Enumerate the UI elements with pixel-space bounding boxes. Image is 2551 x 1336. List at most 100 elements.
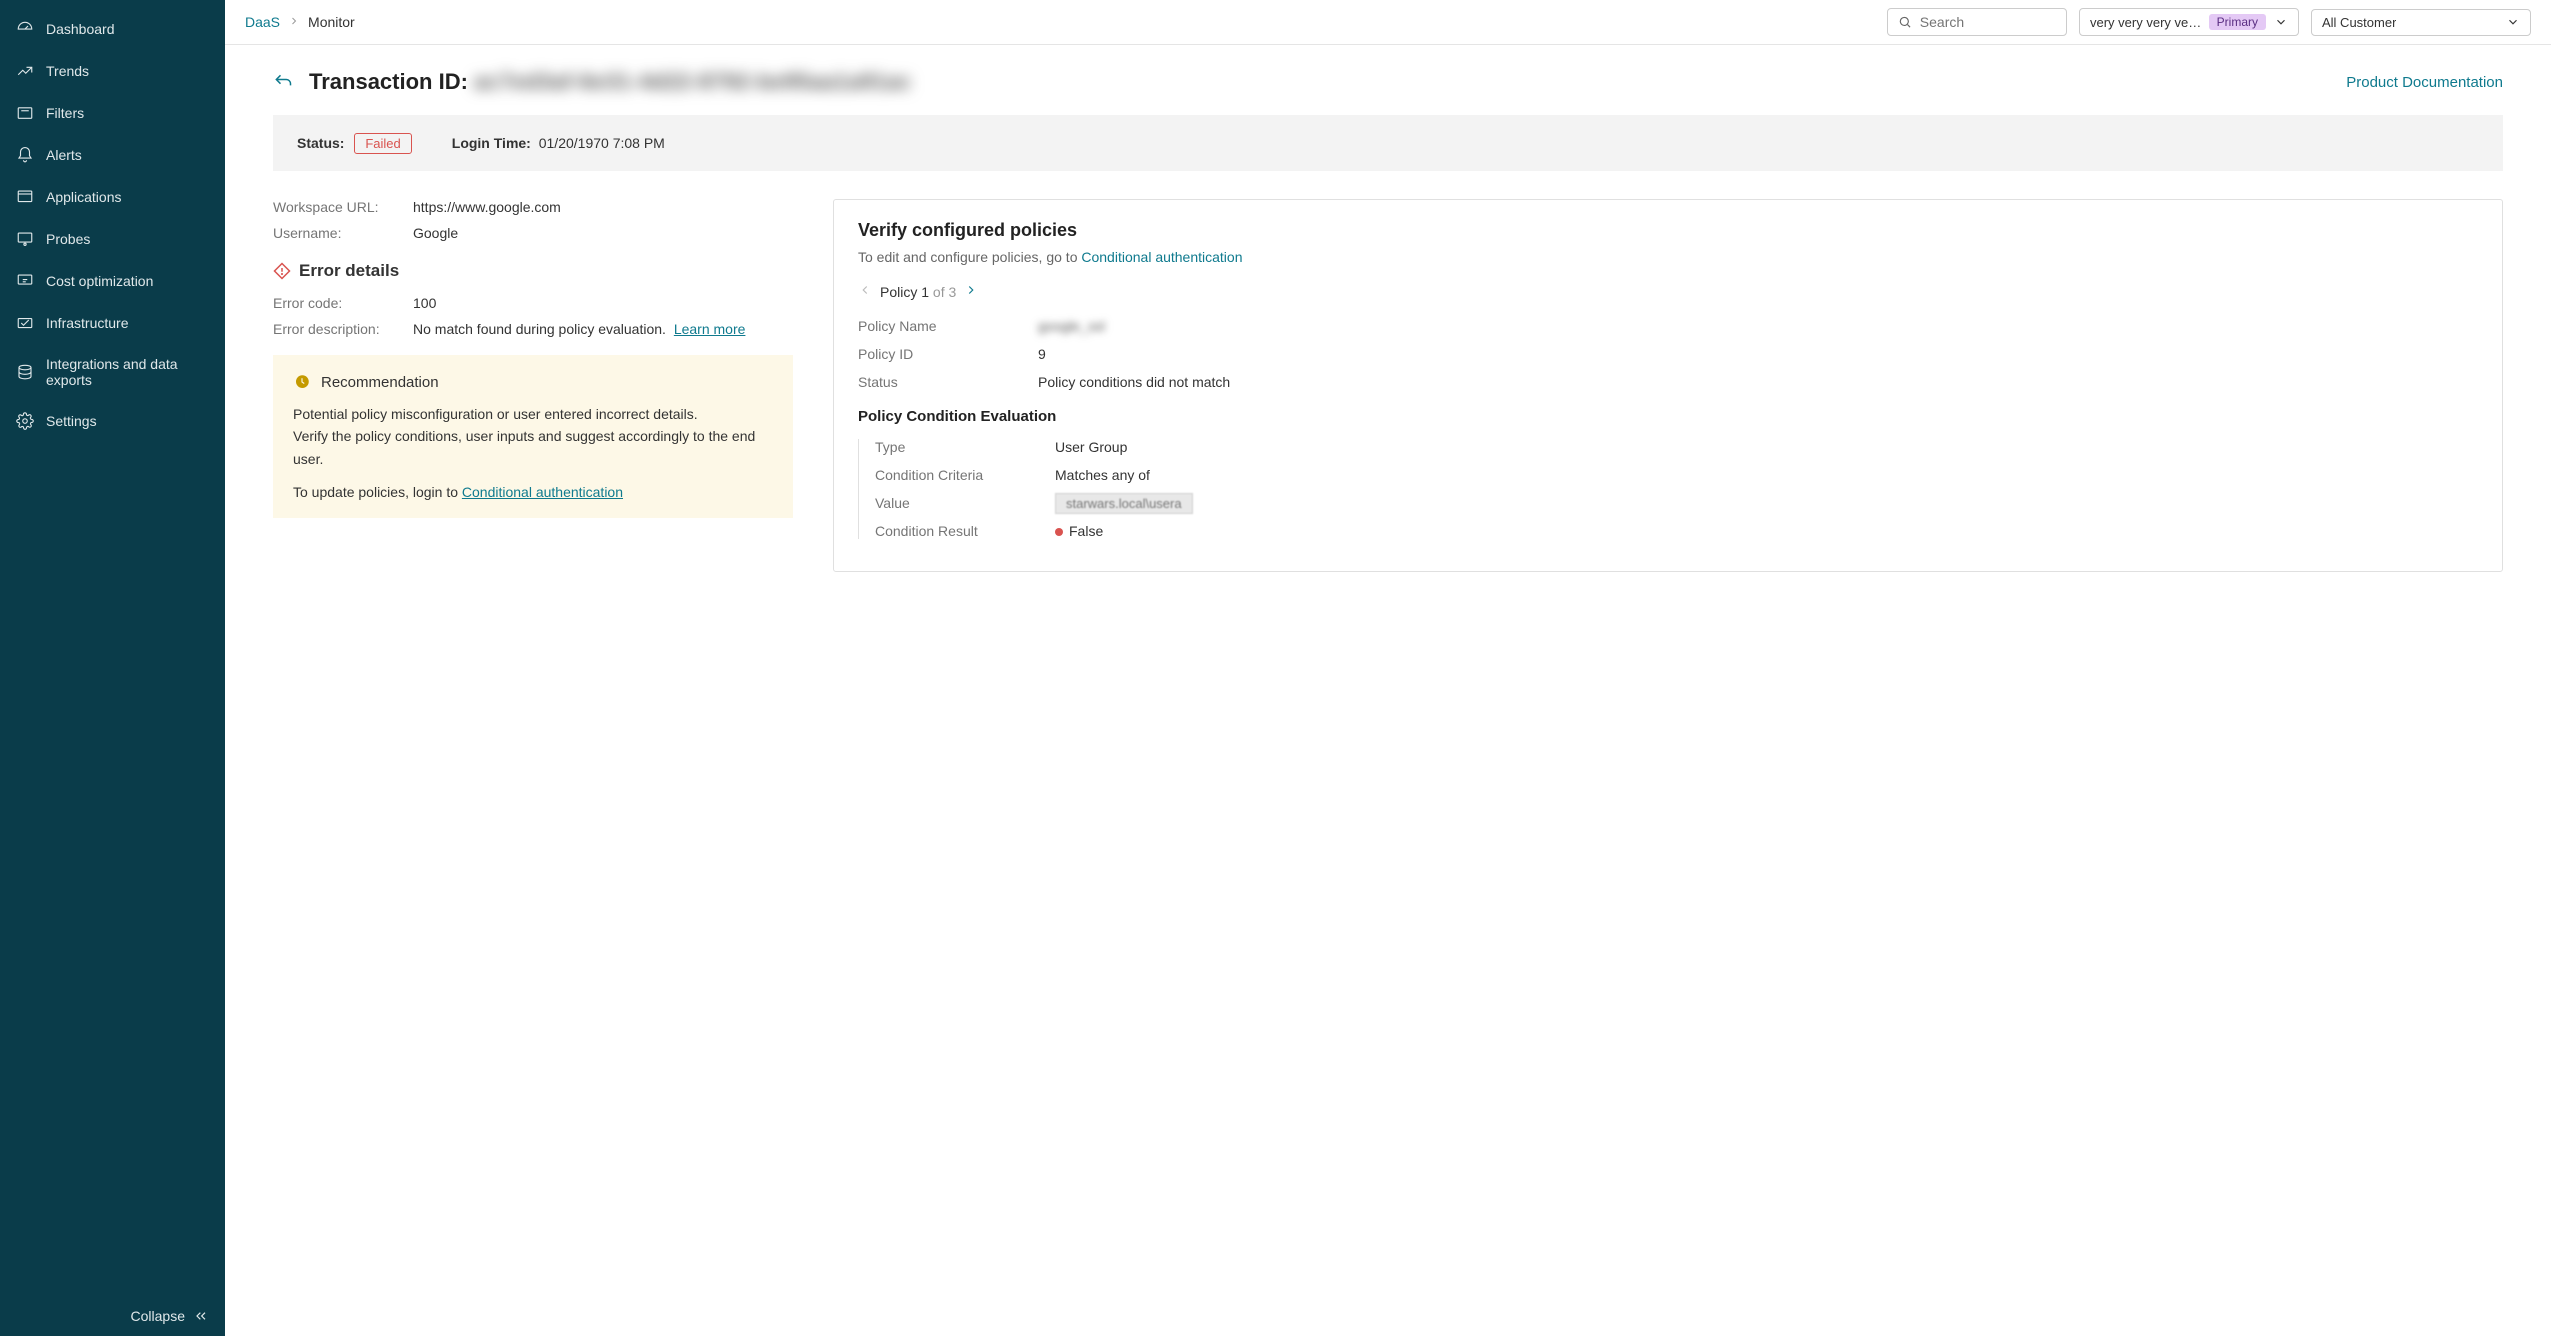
recommendation-icon bbox=[293, 373, 311, 391]
status-bar: Status: Failed Login Time: 01/20/1970 7:… bbox=[273, 115, 2503, 171]
error-code-value: 100 bbox=[413, 295, 436, 311]
status-badge: Failed bbox=[354, 133, 411, 154]
pager-prev-button[interactable] bbox=[858, 283, 872, 300]
recommendation-line1: Potential policy misconfiguration or use… bbox=[293, 403, 773, 425]
sidebar-item-dashboard[interactable]: Dashboard bbox=[0, 8, 225, 50]
topbar: DaaS Monitor very very very very ver.. P… bbox=[225, 0, 2551, 45]
sidebar-item-label: Applications bbox=[46, 189, 122, 205]
login-time-value: 01/20/1970 7:08 PM bbox=[539, 135, 665, 151]
error-details-title: Error details bbox=[273, 261, 793, 281]
customer-dropdown[interactable]: All Customer bbox=[2311, 9, 2531, 36]
gear-icon bbox=[16, 412, 34, 430]
sidebar-item-label: Dashboard bbox=[46, 21, 115, 37]
breadcrumb-root[interactable]: DaaS bbox=[245, 14, 280, 30]
sidebar: Dashboard Trends Filters Alerts Applicat… bbox=[0, 0, 225, 1336]
status-label: Status: bbox=[297, 135, 344, 151]
policy-status-value: Policy conditions did not match bbox=[1038, 374, 1230, 390]
eval-value-tag: starwars.local\usera bbox=[1055, 493, 1193, 514]
gauge-icon bbox=[16, 20, 34, 38]
policy-id-label: Policy ID bbox=[858, 346, 1038, 362]
search-field[interactable] bbox=[1920, 14, 2056, 30]
recommendation-update-prefix: To update policies, login to bbox=[293, 484, 462, 500]
workspace-url-label: Workspace URL: bbox=[273, 199, 413, 215]
breadcrumb: DaaS Monitor bbox=[245, 14, 1875, 30]
search-input[interactable] bbox=[1887, 8, 2067, 36]
pager-current: 1 bbox=[921, 284, 929, 300]
primary-badge: Primary bbox=[2209, 14, 2266, 30]
pager-of: of bbox=[929, 284, 948, 300]
sidebar-item-label: Alerts bbox=[46, 147, 82, 163]
collapse-label: Collapse bbox=[131, 1308, 185, 1324]
page-title: Transaction ID: ac7ed3af-6e31-4d22-8792-… bbox=[309, 69, 912, 95]
bell-icon bbox=[16, 146, 34, 164]
username-label: Username: bbox=[273, 225, 413, 241]
workspace-url-value: https://www.google.com bbox=[413, 199, 561, 215]
sidebar-item-label: Filters bbox=[46, 105, 84, 121]
sidebar-item-label: Settings bbox=[46, 413, 97, 429]
sidebar-item-alerts[interactable]: Alerts bbox=[0, 134, 225, 176]
eval-type-label: Type bbox=[875, 439, 1055, 455]
sidebar-item-infrastructure[interactable]: Infrastructure bbox=[0, 302, 225, 344]
policy-eval-title: Policy Condition Evaluation bbox=[858, 408, 2478, 425]
title-prefix: Transaction ID: bbox=[309, 69, 468, 94]
sidebar-item-label: Probes bbox=[46, 231, 90, 247]
sidebar-item-probes[interactable]: Probes bbox=[0, 218, 225, 260]
eval-result-value: False bbox=[1069, 523, 1103, 539]
error-desc-label: Error description: bbox=[273, 321, 413, 337]
sidebar-item-trends[interactable]: Trends bbox=[0, 50, 225, 92]
chevron-down-icon bbox=[2506, 15, 2520, 29]
policies-panel: Verify configured policies To edit and c… bbox=[833, 199, 2503, 572]
pager-total: 3 bbox=[949, 284, 957, 300]
search-icon bbox=[1898, 14, 1912, 30]
eval-value-label: Value bbox=[875, 495, 1055, 511]
policies-sub-prefix: To edit and configure policies, go to bbox=[858, 249, 1081, 265]
eval-criteria-label: Condition Criteria bbox=[875, 467, 1055, 483]
probes-icon bbox=[16, 230, 34, 248]
policy-status-label: Status bbox=[858, 374, 1038, 390]
breadcrumb-current: Monitor bbox=[308, 14, 355, 30]
trends-icon bbox=[16, 62, 34, 80]
environment-dropdown[interactable]: very very very very ver.. Primary bbox=[2079, 8, 2299, 36]
infrastructure-icon bbox=[16, 314, 34, 332]
recommendation-title: Recommendation bbox=[321, 374, 439, 391]
product-documentation-link[interactable]: Product Documentation bbox=[2346, 74, 2503, 91]
sidebar-item-label: Integrations and data exports bbox=[46, 356, 209, 388]
sidebar-item-applications[interactable]: Applications bbox=[0, 176, 225, 218]
policy-name-label: Policy Name bbox=[858, 318, 1038, 334]
sidebar-item-label: Cost optimization bbox=[46, 273, 153, 289]
sidebar-item-label: Trends bbox=[46, 63, 89, 79]
result-dot-icon bbox=[1055, 528, 1063, 536]
pager-next-button[interactable] bbox=[964, 283, 978, 300]
learn-more-link[interactable]: Learn more bbox=[674, 321, 746, 337]
chevron-right-icon bbox=[288, 14, 300, 30]
recommendation-line2: Verify the policy conditions, user input… bbox=[293, 425, 773, 470]
cost-icon bbox=[16, 272, 34, 290]
eval-result-label: Condition Result bbox=[875, 523, 1055, 539]
sidebar-collapse-button[interactable]: Collapse bbox=[0, 1296, 225, 1336]
chevron-double-left-icon bbox=[193, 1308, 209, 1324]
applications-icon bbox=[16, 188, 34, 206]
dropdown-label: All Customer bbox=[2322, 15, 2396, 30]
transaction-id-value: ac7ed3af-6e31-4d22-8792-be95aa1a91ac bbox=[474, 69, 912, 94]
conditional-auth-link[interactable]: Conditional authentication bbox=[1081, 249, 1242, 265]
dropdown-label: very very very very ver.. bbox=[2090, 15, 2205, 30]
recommendation-box: Recommendation Potential policy misconfi… bbox=[273, 355, 793, 518]
username-value: Google bbox=[413, 225, 458, 241]
chevron-down-icon bbox=[2274, 15, 2288, 29]
sidebar-item-label: Infrastructure bbox=[46, 315, 128, 331]
sidebar-item-filters[interactable]: Filters bbox=[0, 92, 225, 134]
policy-id-value: 9 bbox=[1038, 346, 1046, 362]
sidebar-item-integrations[interactable]: Integrations and data exports bbox=[0, 344, 225, 400]
conditional-auth-link[interactable]: Conditional authentication bbox=[462, 484, 623, 500]
error-desc-value: No match found during policy evaluation. bbox=[413, 321, 666, 337]
sidebar-item-cost-optimization[interactable]: Cost optimization bbox=[0, 260, 225, 302]
eval-criteria-value: Matches any of bbox=[1055, 467, 1150, 483]
policy-name-value: google_ssl bbox=[1038, 318, 1105, 334]
error-icon bbox=[273, 262, 291, 280]
filter-icon bbox=[16, 104, 34, 122]
error-code-label: Error code: bbox=[273, 295, 413, 311]
sidebar-item-settings[interactable]: Settings bbox=[0, 400, 225, 442]
back-arrow-icon[interactable] bbox=[273, 72, 293, 92]
database-icon bbox=[16, 363, 34, 381]
policy-pager: Policy 1 of 3 bbox=[858, 283, 2478, 300]
